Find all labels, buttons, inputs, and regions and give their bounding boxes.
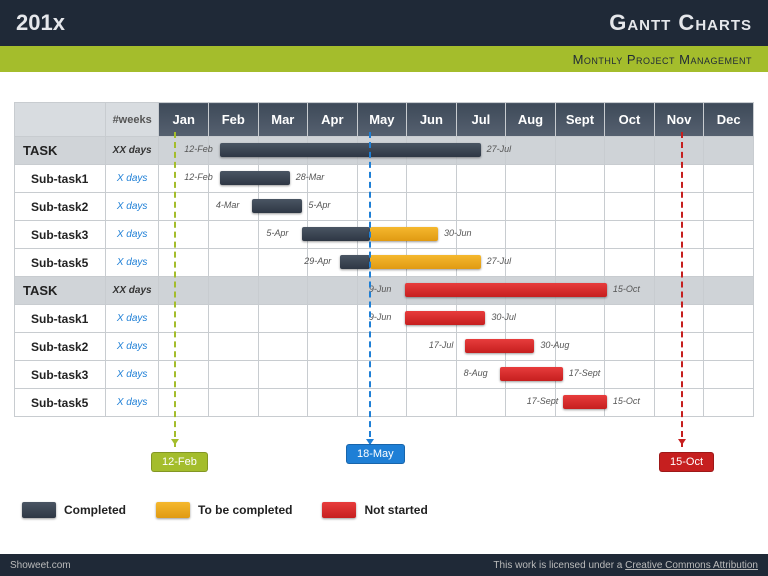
row-label: Sub-task5 (15, 249, 106, 277)
row-days: X days (105, 221, 159, 249)
row-label: TASK (15, 277, 106, 305)
row-label: Sub-task5 (15, 389, 106, 417)
row-label: Sub-task2 (15, 333, 106, 361)
header-year: 201x (16, 10, 65, 36)
col-month: Jul (456, 103, 506, 137)
row-days: X days (105, 389, 159, 417)
footer-left[interactable]: Showeet.com (10, 560, 71, 571)
col-month: Aug (506, 103, 556, 137)
header: 201x Gantt Charts (0, 0, 768, 46)
row-label: Sub-task1 (15, 305, 106, 333)
marker-end (681, 132, 683, 447)
col-month: Feb (209, 103, 259, 137)
legend-notstarted: Not started (322, 502, 427, 518)
col-month: May (357, 103, 407, 137)
footer-right: This work is licensed under a Creative C… (493, 560, 758, 571)
row-days: X days (105, 305, 159, 333)
gantt-table: #weeks Jan Feb Mar Apr May Jun Jul Aug S… (14, 102, 754, 417)
col-month: Oct (605, 103, 655, 137)
col-month: Mar (258, 103, 308, 137)
legend: Completed To be completed Not started (22, 502, 428, 518)
row-label: TASK (15, 137, 106, 165)
row-days: X days (105, 333, 159, 361)
marker-today-tag: 18-May (346, 444, 405, 464)
col-weeks: #weeks (105, 103, 159, 137)
row-days: XX days (105, 277, 159, 305)
license-link[interactable]: Creative Commons Attribution (625, 560, 758, 571)
header-title: Gantt Charts (609, 10, 752, 36)
swatch-tobecompleted (156, 502, 190, 518)
col-month: Jan (159, 103, 209, 137)
col-corner (15, 103, 106, 137)
row-days: XX days (105, 137, 159, 165)
row-label: Sub-task3 (15, 221, 106, 249)
col-month: Dec (704, 103, 754, 137)
row-days: X days (105, 361, 159, 389)
marker-start-tag: 12-Feb (151, 452, 208, 472)
subheader: Monthly Project Management (0, 46, 768, 72)
swatch-completed (22, 502, 56, 518)
legend-tobecompleted: To be completed (156, 502, 292, 518)
row-days: X days (105, 193, 159, 221)
marker-start (174, 132, 176, 447)
col-month: Jun (407, 103, 457, 137)
footer: Showeet.com This work is licensed under … (0, 554, 768, 576)
legend-completed: Completed (22, 502, 126, 518)
marker-today (369, 132, 371, 447)
row-label: Sub-task2 (15, 193, 106, 221)
row-label: Sub-task3 (15, 361, 106, 389)
subheader-text: Monthly Project Management (573, 52, 752, 67)
row-days: X days (105, 165, 159, 193)
marker-end-tag: 15-Oct (659, 452, 714, 472)
gantt-chart: #weeks Jan Feb Mar Apr May Jun Jul Aug S… (0, 72, 768, 427)
row-label: Sub-task1 (15, 165, 106, 193)
col-month: Apr (308, 103, 358, 137)
col-month: Sept (555, 103, 605, 137)
row-days: X days (105, 249, 159, 277)
swatch-notstarted (322, 502, 356, 518)
col-month: Nov (654, 103, 704, 137)
